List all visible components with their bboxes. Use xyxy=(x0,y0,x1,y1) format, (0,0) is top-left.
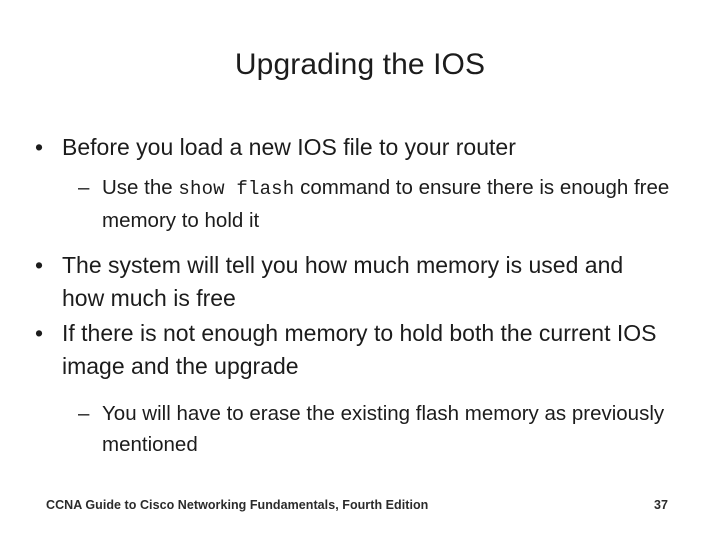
page-title: Upgrading the IOS xyxy=(234,48,486,81)
bullet-dot-icon: • xyxy=(35,134,44,160)
list-item-label: Use the show flash command to ensure the… xyxy=(102,172,694,236)
footer-citation: CCNA Guide to Cisco Networking Fundament… xyxy=(46,498,429,512)
slide-footer: CCNA Guide to Cisco Networking Fundament… xyxy=(46,498,690,512)
list-item-label: If there is not enough memory to hold bo… xyxy=(62,319,657,380)
bullet-dot-icon: • xyxy=(35,319,44,346)
list-item: – You will have to erase the existing fl… xyxy=(26,398,694,460)
list-item-label: You will have to erase the existing flas… xyxy=(102,401,665,456)
bullet-dash-icon: – xyxy=(78,175,90,199)
list-item-label: The system will tell you how much memory… xyxy=(62,251,624,312)
list-item-text-before-code: Use the xyxy=(102,175,179,199)
inline-command-code: show flash xyxy=(178,177,295,200)
list-item: • If there is not enough memory to hold … xyxy=(26,317,694,384)
bullet-dot-icon: • xyxy=(35,251,44,278)
list-item: – Use the show flash command to ensure t… xyxy=(26,172,694,236)
list-item: • The system will tell you how much memo… xyxy=(26,249,694,316)
page-number: 37 xyxy=(653,498,668,512)
bullet-list: • Before you load a new IOS file to your… xyxy=(26,131,694,460)
slide: Upgrading the IOS • Before you load a ne… xyxy=(0,0,720,540)
list-item: • Before you load a new IOS file to your… xyxy=(26,131,694,165)
list-item-label: Before you load a new IOS file to your r… xyxy=(62,134,516,160)
bullet-dash-icon: – xyxy=(78,401,90,425)
